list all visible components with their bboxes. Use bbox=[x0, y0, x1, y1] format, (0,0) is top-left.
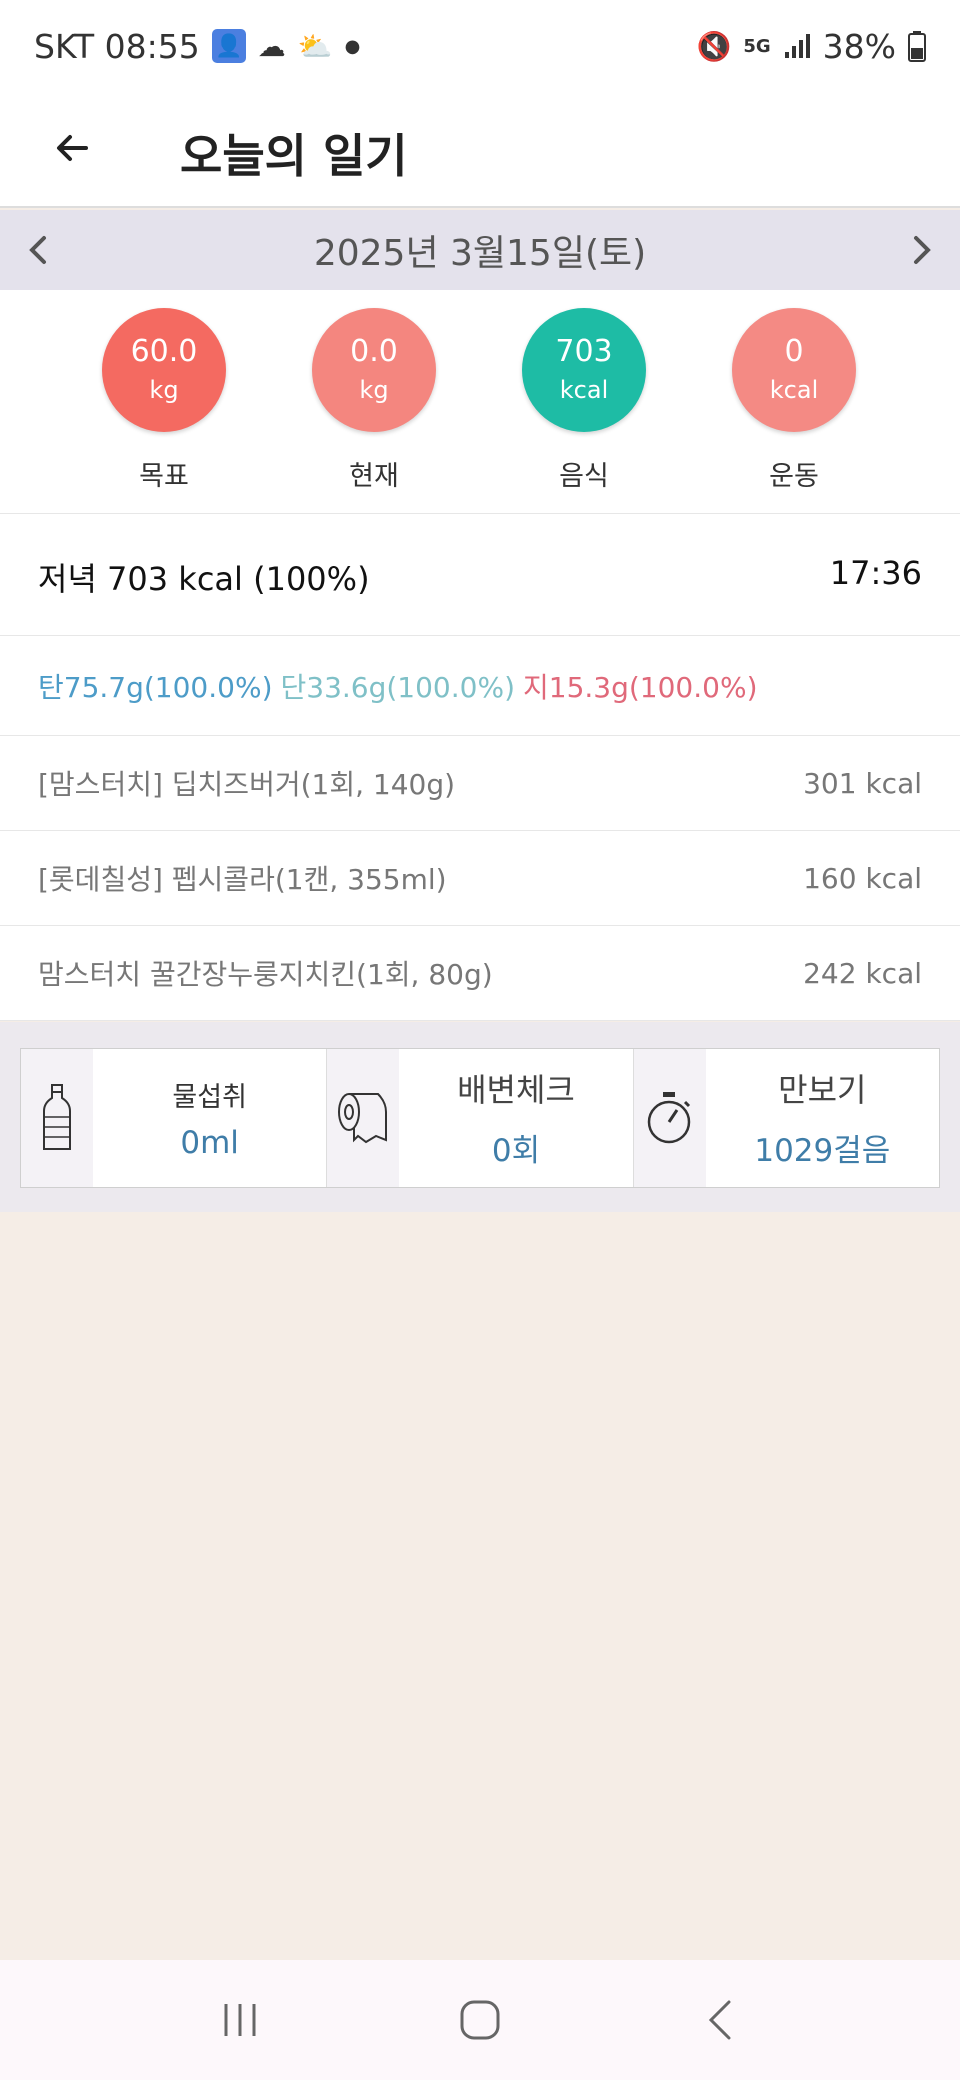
stopwatch-icon bbox=[647, 1092, 690, 1144]
next-day-button[interactable] bbox=[890, 218, 954, 282]
date-bar: 2025년 3월15일(토) bbox=[0, 210, 960, 290]
meal-summary: 저녁 703 kcal (100%) bbox=[38, 560, 370, 598]
food-kcal: 160 kcal bbox=[803, 861, 922, 895]
current-circle: 0.0 kg bbox=[312, 308, 436, 432]
current-value: 0.0 bbox=[350, 334, 398, 369]
exercise-value: 0 bbox=[784, 334, 804, 369]
protein-amount: 단33.6g(100.0%) bbox=[280, 670, 516, 704]
battery-icon bbox=[908, 31, 926, 62]
back-button[interactable] bbox=[40, 116, 104, 180]
water-card[interactable]: 물섭취 0ml bbox=[21, 1049, 328, 1187]
tracker-cards: 물섭취 0ml 배변체크 0회 만보기 1029걸음 bbox=[20, 1048, 940, 1188]
nutrition-breakdown: 탄75.7g(100.0%) 단33.6g(100.0%) 지15.3g(100… bbox=[0, 636, 960, 736]
bowel-card[interactable]: 배변체크 0회 bbox=[327, 1049, 634, 1187]
food-kcal: 301 kcal bbox=[803, 766, 922, 800]
bowel-label: 배변체크 bbox=[457, 1071, 575, 1109]
bowel-value: 0회 bbox=[491, 1133, 541, 1169]
summary-exercise[interactable]: 0 kcal 운동 bbox=[732, 308, 856, 493]
carrier-time: SKT 08:55 bbox=[34, 26, 200, 66]
exercise-unit: kcal bbox=[769, 376, 819, 404]
food-value: 703 bbox=[555, 334, 613, 369]
summary-food[interactable]: 703 kcal 음식 bbox=[522, 308, 646, 493]
signal-icon bbox=[784, 34, 810, 58]
back-chevron-icon bbox=[708, 2000, 731, 2040]
home-button[interactable] bbox=[435, 1975, 525, 2065]
current-label: 현재 bbox=[349, 461, 399, 492]
food-name: 맘스터치 꿀간장누룽지치킨(1회, 80g) bbox=[38, 958, 493, 991]
partly-cloudy-icon: ⛅ bbox=[297, 29, 333, 63]
carb-amount: 탄75.7g(100.0%) bbox=[38, 670, 273, 704]
recent-apps-icon bbox=[224, 2004, 256, 2036]
tracker-panel: 물섭취 0ml 배변체크 0회 만보기 1029걸음 bbox=[0, 1022, 960, 1212]
recent-apps-button[interactable] bbox=[195, 1975, 285, 2065]
current-unit: kg bbox=[359, 376, 389, 404]
water-label: 물섭취 bbox=[172, 1082, 247, 1113]
steps-value: 1029걸음 bbox=[754, 1133, 891, 1169]
toilet-paper-icon bbox=[338, 1093, 388, 1144]
steps-label: 만보기 bbox=[778, 1071, 867, 1109]
summary-goal[interactable]: 60.0 kg 목표 bbox=[102, 308, 226, 493]
profile-notification-icon: 👤 bbox=[211, 29, 246, 63]
battery-percent: 38% bbox=[822, 26, 896, 66]
food-item[interactable]: [맘스터치] 딥치즈버거(1회, 140g) 301 kcal bbox=[0, 736, 960, 831]
water-icon-box bbox=[21, 1049, 93, 1187]
network-type: 5G bbox=[743, 35, 771, 57]
food-label: 음식 bbox=[559, 461, 609, 492]
status-bar: SKT 08:55 👤 ☁ ⛅ ● 🔇 5G 38% bbox=[0, 0, 960, 92]
app-bar: 오늘의 일기 bbox=[0, 92, 960, 208]
steps-card[interactable]: 만보기 1029걸음 bbox=[633, 1049, 939, 1187]
current-date: 2025년 3월15일(토) bbox=[313, 233, 647, 274]
food-item[interactable]: 맘스터치 꿀간장누룽지치킨(1회, 80g) 242 kcal bbox=[0, 926, 960, 1021]
status-left: SKT 08:55 👤 ☁ ⛅ ● bbox=[34, 27, 360, 66]
goal-label: 목표 bbox=[139, 461, 189, 492]
status-right: 🔇 5G 38% bbox=[696, 27, 926, 66]
home-icon bbox=[460, 2000, 500, 2040]
food-kcal: 242 kcal bbox=[803, 956, 922, 990]
food-name: [롯데칠성] 펩시콜라(1캔, 355ml) bbox=[38, 863, 447, 896]
fat-amount: 지15.3g(100.0%) bbox=[523, 670, 758, 704]
page-title: 오늘의 일기 bbox=[180, 129, 408, 183]
water-bottle-icon bbox=[43, 1084, 71, 1150]
chevron-right-icon bbox=[914, 236, 931, 264]
exercise-label: 운동 bbox=[769, 461, 819, 492]
goal-circle: 60.0 kg bbox=[102, 308, 226, 432]
water-value: 0ml bbox=[180, 1125, 239, 1161]
system-nav-bar bbox=[0, 1960, 960, 2080]
steps-icon-box bbox=[633, 1049, 706, 1187]
summary-current[interactable]: 0.0 kg 현재 bbox=[312, 308, 436, 493]
cloud-icon: ☁ bbox=[257, 29, 286, 63]
chevron-left-icon bbox=[29, 236, 46, 264]
previous-day-button[interactable] bbox=[6, 218, 70, 282]
food-circle: 703 kcal bbox=[522, 308, 646, 432]
bowel-icon-box bbox=[327, 1049, 400, 1187]
food-list: [맘스터치] 딥치즈버거(1회, 140g) 301 kcal [롯데칠성] 펩… bbox=[0, 736, 960, 1021]
dot-icon: ● bbox=[344, 35, 361, 57]
exercise-circle: 0 kcal bbox=[732, 308, 856, 432]
system-back-button[interactable] bbox=[675, 1975, 765, 2065]
food-name: [맘스터치] 딥치즈버거(1회, 140g) bbox=[38, 768, 456, 801]
back-arrow-icon bbox=[57, 135, 88, 161]
goal-unit: kg bbox=[149, 376, 179, 404]
meal-header[interactable]: 저녁 703 kcal (100%) 17:36 bbox=[0, 514, 960, 636]
meal-time: 17:36 bbox=[829, 554, 922, 592]
daily-summary: 60.0 kg 목표 0.0 kg 현재 703 kcal 음식 0 kcal … bbox=[0, 290, 960, 514]
goal-value: 60.0 bbox=[130, 334, 198, 369]
food-unit: kcal bbox=[559, 376, 609, 404]
mute-icon: 🔇 bbox=[696, 29, 732, 63]
food-item[interactable]: [롯데칠성] 펩시콜라(1캔, 355ml) 160 kcal bbox=[0, 831, 960, 926]
